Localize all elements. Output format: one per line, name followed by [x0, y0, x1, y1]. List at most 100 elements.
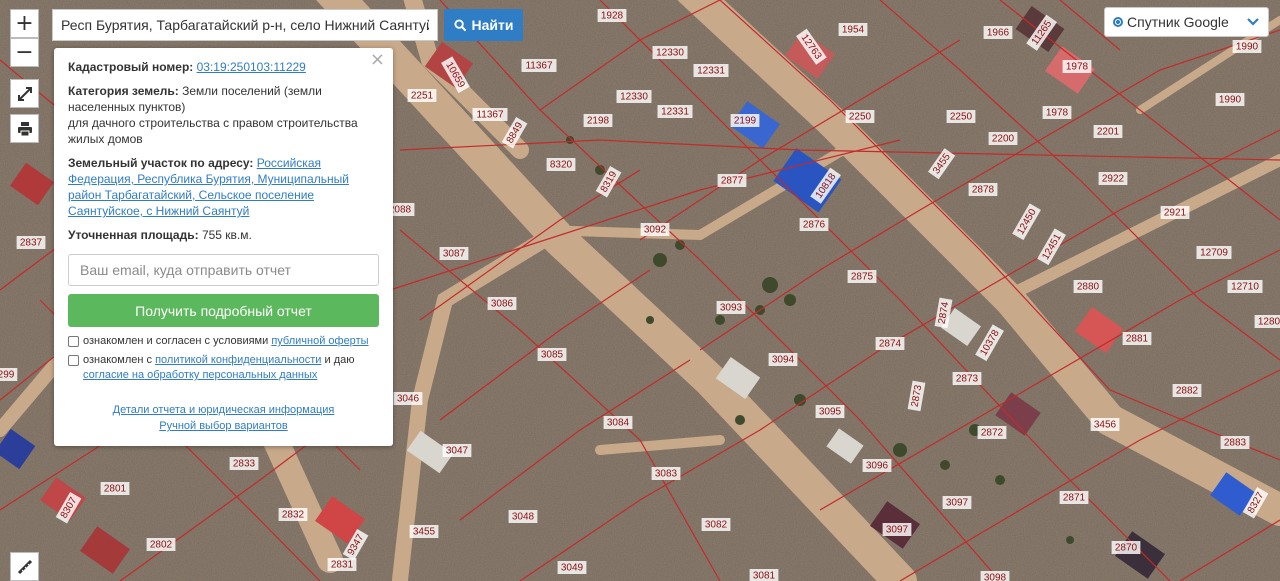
plot-number-text: 1990: [1236, 42, 1259, 53]
plot-number-text: 2802: [150, 540, 173, 551]
plot-number-text: 12331: [661, 107, 689, 118]
plot-number-text: 2880: [1077, 282, 1100, 293]
plot-number-text: 3048: [512, 512, 535, 523]
plot-number-text: 2199: [734, 116, 757, 127]
category-row: Категория земель: Земли поселений (земли…: [68, 83, 379, 147]
measure-button[interactable]: [10, 552, 39, 581]
email-field[interactable]: [68, 254, 379, 286]
plot-number-text: 2876: [803, 220, 826, 231]
get-report-button[interactable]: Получить подробный отчет: [68, 294, 379, 327]
report-details-link[interactable]: Детали отчета и юридическая информация: [68, 402, 379, 418]
cadastral-label: Кадастровый номер:: [68, 60, 194, 74]
plot-number-label: 2880: [1073, 280, 1103, 293]
category-label: Категория земель:: [68, 84, 179, 98]
plot-number-text: 2870: [1115, 543, 1138, 554]
plot-number-label: 3084: [603, 416, 633, 429]
plot-number-label: 3087: [439, 247, 469, 260]
plot-number-label: 2198: [583, 114, 613, 127]
privacy-consent-text-b: и даю: [324, 354, 355, 366]
plot-number-label: 2877: [717, 174, 747, 187]
personal-data-consent-link[interactable]: согласие на обработку персональных данны…: [83, 369, 317, 381]
plot-number-label: 2833: [229, 457, 259, 470]
plot-number-text: 3085: [541, 350, 564, 361]
plot-number-label: 2921: [1160, 206, 1190, 219]
cadastral-row: Кадастровый номер: 03:19:250103:11229: [68, 59, 379, 75]
plot-number-label: 2801: [100, 482, 130, 495]
plot-number-label: 12331: [693, 64, 729, 77]
plot-number-label: 1990: [1215, 93, 1245, 106]
plot-number-text: 2198: [587, 116, 610, 127]
selected-layer-label: Спутник Google: [1127, 14, 1229, 30]
ruler-icon: [17, 559, 32, 574]
land-purpose: для дачного строительства с правом строи…: [68, 116, 358, 146]
plot-number-label: 3098: [980, 571, 1010, 581]
public-offer-link[interactable]: публичной оферты: [271, 335, 368, 347]
plot-number-text: 2875: [851, 272, 874, 283]
offer-consent-label: ознакомлен и согласен с условиями публич…: [83, 334, 369, 349]
address-search-input[interactable]: [53, 10, 437, 40]
plot-number-label: 3093: [716, 301, 746, 314]
fullscreen-button[interactable]: [10, 79, 39, 108]
privacy-consent-text-a: ознакомлен с: [83, 354, 153, 366]
privacy-consent-label: ознакомлен с политикой конфиденциальност…: [83, 353, 379, 383]
plot-number-text: 3086: [491, 299, 514, 310]
plot-number-text: 2922: [1102, 174, 1125, 185]
plot-number-text: 1954: [842, 25, 865, 36]
plot-number-text: 11367: [525, 61, 553, 72]
plot-number-text: 1990: [1219, 95, 1242, 106]
cadastral-number-link[interactable]: 03:19:250103:11229: [197, 60, 306, 74]
privacy-consent-row: ознакомлен с политикой конфиденциальност…: [68, 353, 379, 383]
plot-number-text: 1966: [987, 28, 1010, 39]
plot-number-label: 2802: [146, 538, 176, 551]
search-button-label: Найти: [471, 17, 514, 33]
search-button[interactable]: Найти: [444, 9, 523, 41]
zoom-out-button[interactable]: −: [10, 38, 39, 67]
map-layer-select[interactable]: Спутник Google: [1104, 7, 1269, 37]
plot-number-text: 3083: [655, 469, 678, 480]
plot-number-text: 3095: [819, 407, 842, 418]
plot-number-label: 2878: [968, 183, 998, 196]
offer-consent-text: ознакомлен и согласен с условиями: [83, 335, 269, 347]
plot-number-label: 1954: [838, 23, 868, 36]
plot-number-text: 299: [0, 370, 15, 381]
plot-number-label: 3456: [1090, 418, 1120, 431]
privacy-policy-link[interactable]: политикой конфиденциальности: [155, 354, 321, 366]
plot-number-label: 2874: [875, 337, 905, 350]
plot-number-text: 3084: [607, 418, 630, 429]
plot-number-label: 11367: [472, 108, 508, 121]
plot-number-text: 2882: [1176, 386, 1199, 397]
plot-number-text: 3081: [753, 571, 776, 581]
plot-number-text: 3047: [446, 446, 469, 457]
plot-number-label: 2875: [847, 270, 877, 283]
print-button[interactable]: [10, 114, 39, 143]
plot-number-text: 11367: [476, 110, 504, 121]
plot-number-label: 3081: [749, 569, 779, 581]
plot-number-label: 3092: [640, 223, 670, 236]
area-value: 755 кв.м.: [201, 228, 252, 242]
plot-number-text: 2250: [849, 112, 872, 123]
address-search-bar: [52, 9, 438, 41]
plot-number-text: 2921: [1164, 208, 1187, 219]
plot-number-label: 2832: [278, 508, 308, 521]
plot-number-text: 12330: [620, 92, 648, 103]
plot-number-label: 3048: [508, 510, 538, 523]
plot-number-text: 1280: [1258, 317, 1280, 328]
plot-number-text: 2878: [972, 185, 995, 196]
radio-icon: [1113, 17, 1123, 27]
plot-number-label: 2883: [1220, 436, 1250, 449]
expand-icon: [17, 86, 32, 101]
area-label: Уточненная площадь:: [68, 228, 199, 242]
plot-number-label: 12330: [616, 90, 652, 103]
printer-icon: [17, 121, 32, 136]
plot-number-text: 3046: [397, 394, 420, 405]
plot-number-label: 2201: [1093, 125, 1123, 138]
plot-number-label: 3097: [882, 523, 912, 536]
zoom-in-button[interactable]: +: [10, 9, 39, 38]
plot-number-text: 2200: [992, 134, 1015, 145]
offer-consent-checkbox[interactable]: [68, 336, 79, 347]
privacy-consent-checkbox[interactable]: [68, 355, 79, 366]
close-icon[interactable]: ×: [370, 51, 385, 69]
plot-number-text: 3082: [705, 520, 728, 531]
plot-number-label: 2922: [1098, 172, 1128, 185]
manual-selection-link[interactable]: Ручной выбор вариантов: [68, 418, 379, 434]
